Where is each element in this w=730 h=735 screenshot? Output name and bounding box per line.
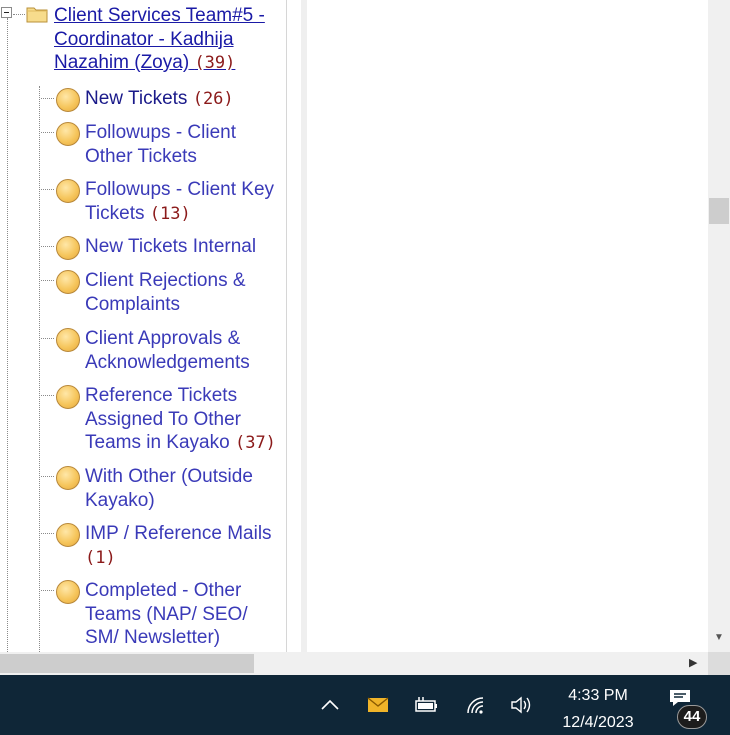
tree-item-reference-tickets[interactable]: Reference Tickets Assigned To Other Team… — [56, 384, 282, 456]
horizontal-scrollbar[interactable]: ▶ — [0, 652, 708, 675]
tree-connector — [39, 86, 40, 652]
vertical-scrollbar[interactable]: ▼ — [708, 0, 730, 652]
pane-splitter[interactable] — [301, 0, 307, 652]
folder-bullet-icon — [56, 179, 80, 203]
tree-item-client-rejections[interactable]: Client Rejections & Complaints — [56, 269, 282, 317]
panel-border — [286, 0, 287, 652]
folder-bullet-icon — [56, 580, 80, 604]
clock-date: 12/4/2023 — [562, 714, 634, 731]
folder-bullet-icon — [56, 122, 80, 146]
mail-icon[interactable] — [364, 675, 392, 735]
tree-connector — [7, 18, 8, 652]
tree-connector — [13, 14, 25, 15]
scrollbar-corner — [708, 652, 730, 675]
clock-time: 4:33 PM — [568, 687, 628, 704]
folder-bullet-icon — [56, 328, 80, 352]
collapse-toggle[interactable] — [1, 7, 12, 18]
tree-item-client-approvals[interactable]: Client Approvals & Acknowledgements — [56, 327, 282, 375]
scroll-down-arrow-icon[interactable]: ▼ — [714, 633, 724, 643]
volume-icon[interactable] — [507, 675, 535, 735]
folder-bullet-icon — [56, 385, 80, 409]
tree-item-completed-other-teams[interactable]: Completed - Other Teams (NAP/ SEO/ SM/ N… — [56, 579, 282, 651]
notification-count-badge: 44 — [677, 705, 707, 729]
battery-icon[interactable] — [410, 675, 442, 735]
tree-root-team[interactable]: Client Services Team#5 - Coordinator - K… — [54, 4, 284, 76]
horizontal-scroll-thumb[interactable] — [0, 654, 254, 673]
wifi-icon[interactable] — [462, 675, 490, 735]
folder-icon — [26, 7, 48, 23]
vertical-scroll-thumb[interactable] — [709, 198, 729, 224]
folder-bullet-icon — [56, 88, 80, 112]
tree-item-new-tickets-internal[interactable]: New Tickets Internal — [56, 235, 282, 265]
taskbar-clock[interactable]: 4:33 PM 12/4/2023 — [553, 682, 643, 735]
folder-bullet-icon — [56, 523, 80, 547]
folder-bullet-icon — [56, 466, 80, 490]
folder-bullet-icon — [56, 236, 80, 260]
count-badge: (39) — [194, 53, 236, 73]
tree-item-imp-reference[interactable]: IMP / Reference Mails (1) — [56, 522, 282, 570]
taskbar: 4:33 PM 12/4/2023 44 — [0, 675, 730, 735]
folder-bullet-icon — [56, 270, 80, 294]
tree-item-new-tickets[interactable]: New Tickets (26) — [56, 87, 282, 117]
tree-item-with-other[interactable]: With Other (Outside Kayako) — [56, 465, 282, 513]
folder-tree: Client Services Team#5 - Coordinator - K… — [0, 0, 286, 652]
tree-item-followups-client-key[interactable]: Followups - Client Key Tickets (13) — [56, 178, 282, 226]
tree-item-followups-client-other[interactable]: Followups - Client Other Tickets — [56, 121, 282, 169]
chevron-up-icon[interactable] — [316, 675, 344, 735]
